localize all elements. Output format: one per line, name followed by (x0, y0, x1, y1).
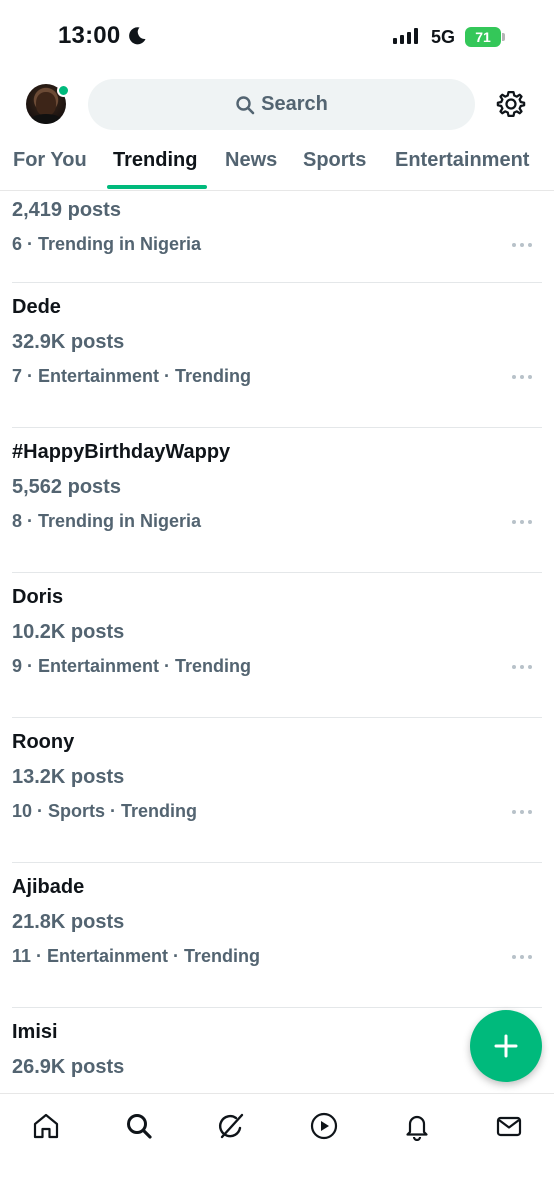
video-icon (310, 1112, 338, 1140)
notifications-icon (406, 1115, 428, 1141)
battery-tip (502, 33, 505, 41)
compose-button[interactable] (470, 1010, 542, 1082)
trend-item[interactable]: #HappyBirthdayWappy 5,562 posts 8 · Tren… (0, 428, 554, 573)
trend-meta: 10 · Sports · Trending (12, 801, 198, 821)
battery-icon: 71 (465, 27, 501, 47)
settings-icon[interactable] (496, 89, 526, 119)
home-icon (33, 1113, 59, 1139)
more-options-icon[interactable] (508, 806, 536, 818)
grok-icon (219, 1113, 244, 1139)
tab-entertainment[interactable]: Entertainment (395, 149, 529, 172)
trend-topic: Imisi (12, 1021, 58, 1043)
more-options-icon[interactable] (508, 951, 536, 963)
trend-post-count: 32.9K posts (12, 331, 125, 353)
trend-item[interactable]: Roony 13.2K posts 10 · Sports · Trending (0, 718, 554, 863)
moon-icon (129, 27, 146, 45)
avatar-face (36, 92, 56, 116)
trend-post-count: 2,419 posts (12, 199, 121, 221)
signal-icon (393, 28, 418, 44)
search-icon (127, 1114, 152, 1139)
bottom-nav (0, 1093, 554, 1201)
trend-post-count: 21.8K posts (12, 911, 125, 933)
status-bar: 13:00 5G 71 (0, 0, 554, 70)
online-indicator (57, 84, 70, 97)
nav-notifications[interactable] (399, 1108, 435, 1144)
search-input[interactable]: Search (88, 79, 475, 130)
nav-messages[interactable] (491, 1108, 527, 1144)
trend-meta: 8 · Trending in Nigeria (12, 511, 202, 531)
trend-item[interactable]: Doris 10.2K posts 9 · Entertainment · Tr… (0, 573, 554, 718)
tab-sports[interactable]: Sports (303, 149, 366, 172)
network-label: 5G (431, 27, 456, 47)
trend-post-count: 10.2K posts (12, 621, 125, 643)
nav-home[interactable] (28, 1108, 64, 1144)
trend-meta: 9 · Entertainment · Trending (12, 656, 252, 676)
more-options-icon[interactable] (508, 516, 536, 528)
trend-meta: 6 · Trending in Nigeria (12, 234, 202, 254)
trend-meta: 11 · Entertainment · Trending (12, 946, 261, 966)
nav-video[interactable] (306, 1108, 342, 1144)
trend-item[interactable]: 2,419 posts 6 · Trending in Nigeria (0, 191, 554, 283)
trend-topic: Dede (12, 296, 61, 318)
battery-level: 71 (475, 29, 491, 45)
trend-topic: #HappyBirthdayWappy (12, 441, 231, 463)
search-icon (236, 95, 255, 114)
trend-item[interactable]: Dede 32.9K posts 7 · Entertainment · Tre… (0, 283, 554, 428)
tab-bar: For You Trending News Sports Entertainme… (0, 140, 554, 191)
active-tab-indicator (107, 185, 207, 189)
trend-list: 2,419 posts 6 · Trending in Nigeria Dede… (0, 191, 554, 1093)
more-options-icon[interactable] (508, 239, 536, 251)
trend-topic: Doris (12, 586, 64, 608)
more-options-icon[interactable] (508, 371, 536, 383)
trend-item[interactable]: Ajibade 21.8K posts 11 · Entertainment ·… (0, 863, 554, 1008)
messages-icon (496, 1116, 522, 1137)
trend-meta: 7 · Entertainment · Trending (12, 366, 252, 386)
trend-post-count: 13.2K posts (12, 766, 125, 788)
tab-trending[interactable]: Trending (113, 149, 197, 172)
trend-post-count: 5,562 posts (12, 476, 121, 498)
plus-icon (494, 1034, 518, 1058)
status-time: 13:00 (58, 22, 121, 49)
avatar-shirt (30, 114, 62, 124)
trend-topic: Ajibade (12, 876, 85, 898)
more-options-icon[interactable] (508, 661, 536, 673)
trend-post-count: 26.9K posts (12, 1056, 125, 1078)
tab-for-you[interactable]: For You (13, 149, 87, 172)
nav-grok[interactable] (213, 1108, 249, 1144)
nav-explore[interactable] (121, 1108, 157, 1144)
search-placeholder: Search (261, 93, 328, 115)
tab-news[interactable]: News (225, 149, 277, 172)
trend-topic: Roony (12, 731, 75, 753)
